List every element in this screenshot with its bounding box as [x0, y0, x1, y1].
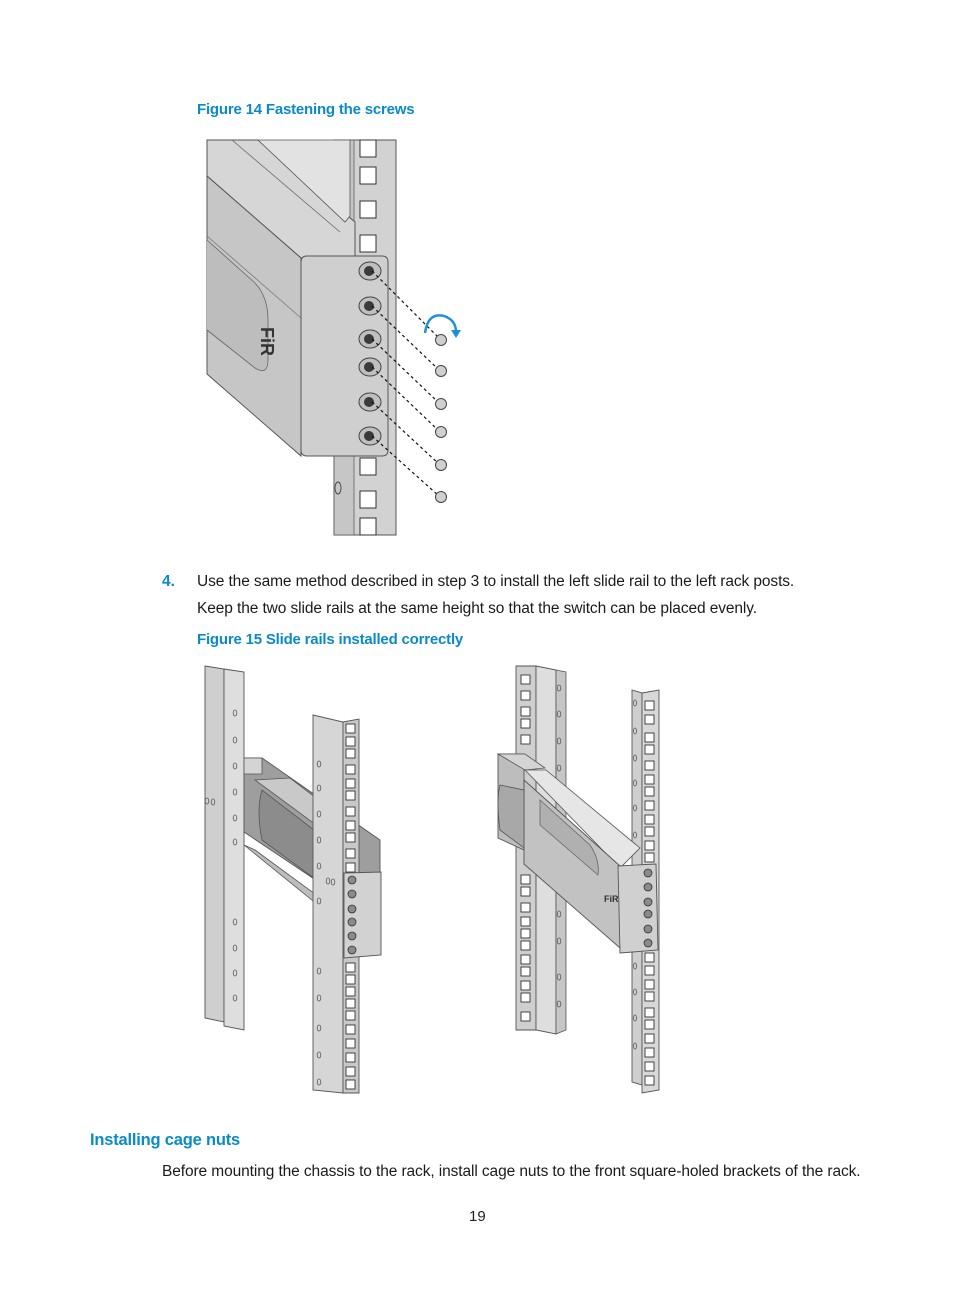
- brand-logo: FiR: [604, 894, 619, 904]
- section-heading: Installing cage nuts: [90, 1131, 241, 1149]
- slide-rails-without-chassis: [204, 665, 382, 1094]
- section-paragraph: Before mounting the chassis to the rack,…: [162, 1163, 861, 1180]
- figure-15-illustration: FiR: [204, 665, 660, 1094]
- slide-rails-with-chassis: FiR: [496, 665, 660, 1094]
- page-number: 19: [469, 1208, 486, 1225]
